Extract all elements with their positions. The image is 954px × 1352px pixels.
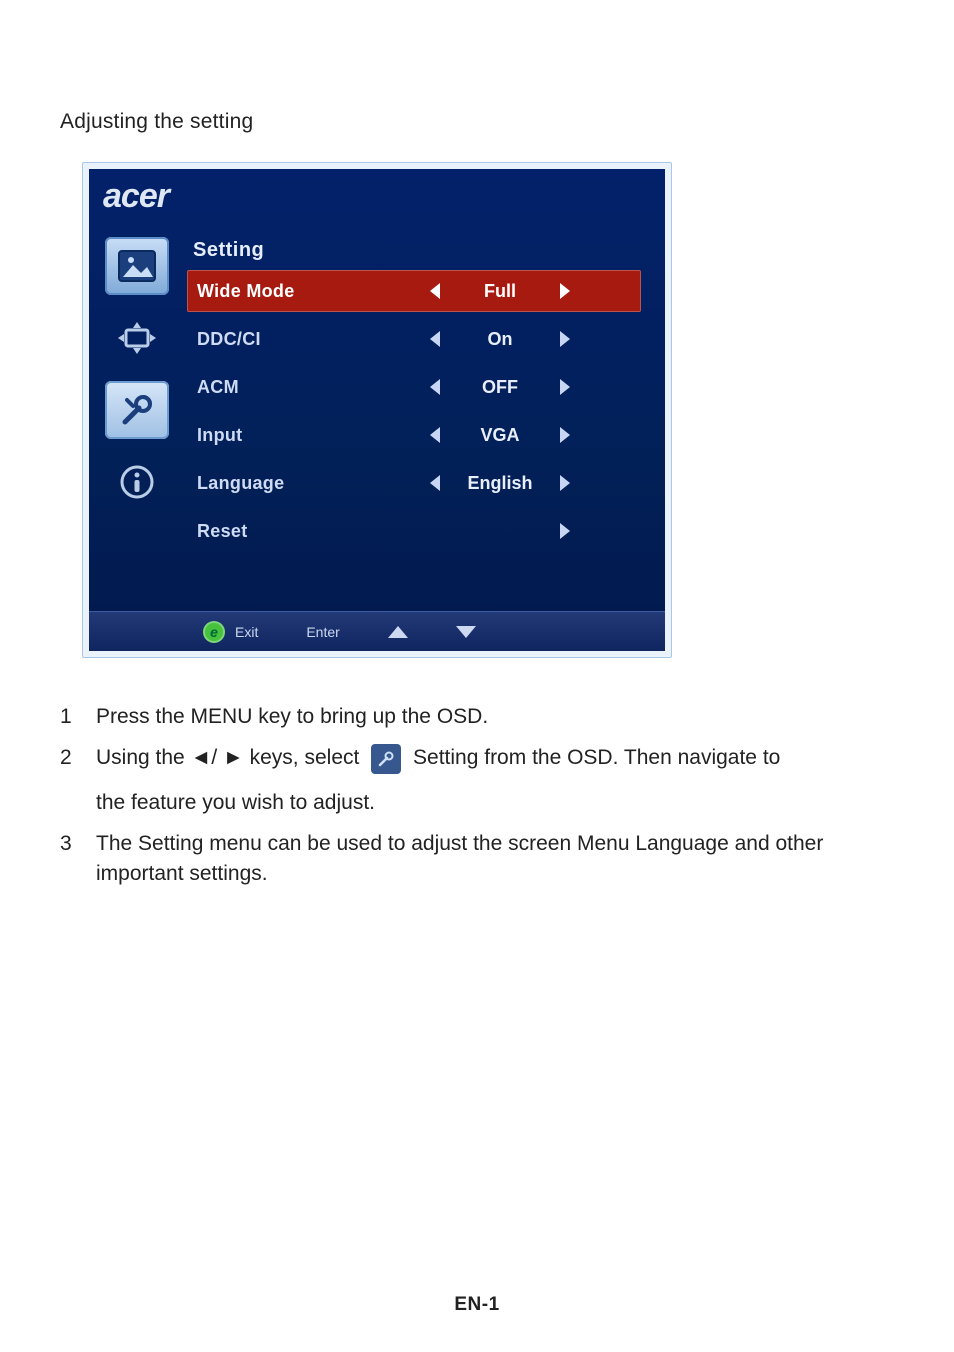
osd-row-input[interactable]: Input VGA [187, 414, 641, 456]
step2-pre: Using the ◄/ ► keys, select [96, 746, 365, 769]
arrow-left[interactable] [427, 376, 443, 398]
row-label: Wide Mode [197, 281, 367, 302]
arrow-right[interactable] [557, 328, 573, 350]
info-icon [118, 463, 156, 501]
footer-exit-label: Exit [235, 624, 258, 640]
setting-tools-icon [117, 390, 157, 430]
arrow-left[interactable] [427, 472, 443, 494]
step-number: 1 [60, 702, 78, 731]
row-label: Input [197, 425, 367, 446]
triangle-down-icon [456, 626, 476, 638]
osd-panel: acer [82, 162, 672, 658]
instruction-item: 2 Using the ◄/ ► keys, select Setting fr… [60, 743, 894, 817]
arrow-right[interactable] [557, 376, 573, 398]
row-value: VGA [465, 425, 535, 446]
row-label: Reset [197, 521, 367, 542]
row-value: On [465, 329, 535, 350]
step2-mid: Setting from the OSD. Then navigate to [413, 746, 780, 769]
step2-tail: the feature you wish to adjust. [96, 791, 375, 814]
osd-header: acer [89, 169, 665, 221]
side-tab-position[interactable] [105, 309, 169, 367]
step-number: 3 [60, 829, 78, 888]
osd-footer: e Exit Enter [89, 611, 665, 651]
osd-row-acm[interactable]: ACM OFF [187, 366, 641, 408]
arrow-right[interactable] [557, 472, 573, 494]
row-label: Language [197, 473, 367, 494]
arrow-left[interactable] [427, 424, 443, 446]
osd-row-wide-mode[interactable]: Wide Mode Full [187, 270, 641, 312]
setting-tools-icon [371, 744, 401, 774]
row-value: Full [465, 281, 535, 302]
instruction-item: 1 Press the MENU key to bring up the OSD… [60, 702, 894, 731]
picture-icon [117, 249, 157, 283]
step-text: Using the ◄/ ► keys, select Setting from… [96, 743, 894, 817]
row-value: OFF [465, 377, 535, 398]
triangle-up-icon [388, 626, 408, 638]
side-tab-info[interactable] [105, 453, 169, 511]
row-value: English [465, 473, 535, 494]
side-tab-picture[interactable] [105, 237, 169, 295]
arrow-right[interactable] [557, 520, 573, 542]
osd-side-tabs [95, 227, 179, 601]
osd-row-reset[interactable]: Reset [187, 510, 641, 552]
footer-enter-label: Enter [306, 624, 339, 640]
e-badge-icon: e [203, 621, 225, 643]
footer-exit[interactable]: e Exit [203, 621, 258, 643]
section-heading: Adjusting the setting [60, 110, 894, 134]
step-number: 2 [60, 743, 78, 817]
side-tab-setting[interactable] [105, 381, 169, 439]
step-text: Press the MENU key to bring up the OSD. [96, 702, 894, 731]
row-label: DDC/CI [197, 329, 367, 350]
step-text: The Setting menu can be used to adjust t… [96, 829, 894, 888]
osd-row-ddc-ci[interactable]: DDC/CI On [187, 318, 641, 360]
footer-up[interactable] [388, 626, 408, 638]
osd-menu-title: Setting [187, 233, 651, 270]
page-number: EN-1 [0, 1294, 954, 1316]
arrow-right[interactable] [557, 280, 573, 302]
arrow-left[interactable] [427, 280, 443, 302]
instruction-list: 1 Press the MENU key to bring up the OSD… [60, 702, 894, 888]
footer-down[interactable] [456, 626, 476, 638]
instruction-item: 3 The Setting menu can be used to adjust… [60, 829, 894, 888]
row-label: ACM [197, 377, 367, 398]
arrow-right[interactable] [557, 424, 573, 446]
position-icon [114, 318, 160, 358]
osd-row-language[interactable]: Language English [187, 462, 641, 504]
footer-enter[interactable]: Enter [306, 624, 339, 640]
arrow-left[interactable] [427, 328, 443, 350]
brand-logo: acer [103, 177, 169, 215]
osd-rows: Wide Mode Full DDC/CI On [187, 270, 641, 552]
